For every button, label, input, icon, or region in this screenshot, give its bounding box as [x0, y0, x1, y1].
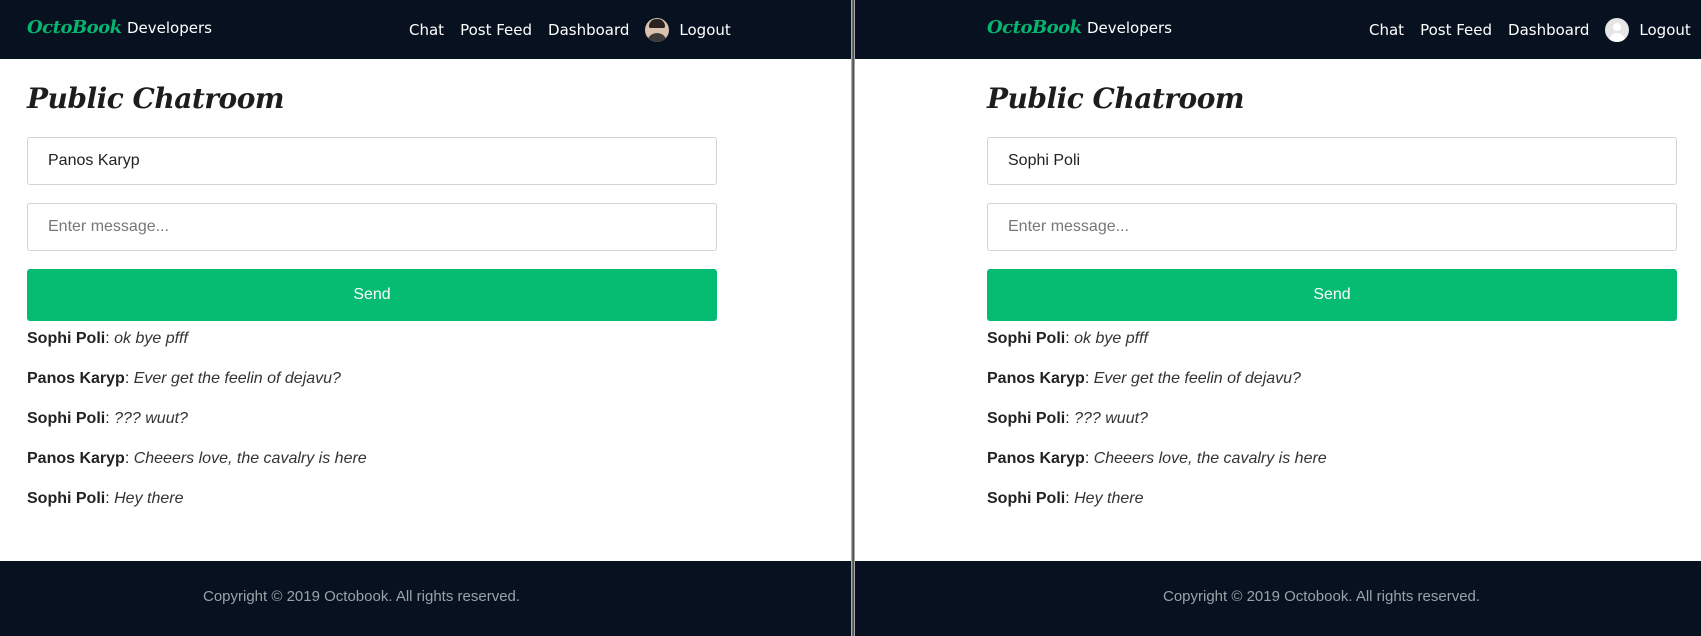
message-author: Sophi Poli	[27, 410, 106, 427]
page-title: Public Chatroom	[987, 82, 1245, 115]
nav-chat-link[interactable]: Chat	[409, 21, 444, 39]
send-button[interactable]: Send	[27, 269, 717, 321]
nav-logout-link[interactable]: Logout	[679, 21, 730, 39]
message-text: Ever get the feelin of dejavu?	[133, 370, 341, 387]
user-avatar-icon[interactable]	[1605, 18, 1630, 42]
nav-right-links: Chat Post Feed Dashboard Logout	[409, 18, 731, 42]
user-avatar-icon[interactable]	[645, 18, 670, 42]
nav-dashboard-link[interactable]: Dashboard	[548, 21, 629, 39]
message-author: Panos Karyp	[987, 450, 1085, 467]
nav-chat-link[interactable]: Chat	[1369, 21, 1404, 39]
nav-post-feed-link[interactable]: Post Feed	[1420, 21, 1492, 39]
message-item: Panos Karyp: Ever get the feelin of deja…	[27, 370, 341, 387]
nav-post-feed-link[interactable]: Post Feed	[460, 21, 532, 39]
message-item: Sophi Poli: ??? wuut?	[27, 410, 188, 427]
message-list: Sophi Poli: ok bye pfff Panos Karyp: Eve…	[987, 330, 1327, 530]
footer: Copyright © 2019 Octobook. All rights re…	[855, 561, 1701, 636]
brand-logo[interactable]: OctoBook	[27, 17, 122, 38]
message-text: ok bye pfff	[114, 330, 188, 347]
message-item: Panos Karyp: Cheeers love, the cavalry i…	[27, 450, 367, 467]
message-item: Panos Karyp: Cheeers love, the cavalry i…	[987, 450, 1327, 467]
page-title: Public Chatroom	[27, 82, 285, 115]
message-list: Sophi Poli: ok bye pfff Panos Karyp: Eve…	[27, 330, 367, 530]
browser-window-left: OctoBook Developers Chat Post Feed Dashb…	[0, 0, 851, 636]
brand-logo[interactable]: OctoBook	[987, 17, 1082, 38]
nav-logout-link[interactable]: Logout	[1639, 21, 1690, 39]
navbar: OctoBook Developers Chat Post Feed Dashb…	[0, 0, 851, 59]
nav-developers-link[interactable]: Developers	[127, 19, 212, 37]
message-author: Panos Karyp	[27, 370, 125, 387]
message-item: Sophi Poli: Hey there	[27, 490, 184, 507]
copyright-text: Copyright © 2019 Octobook. All rights re…	[1163, 588, 1481, 605]
nav-dashboard-link[interactable]: Dashboard	[1508, 21, 1589, 39]
message-input[interactable]	[987, 203, 1677, 251]
nav-right-links: Chat Post Feed Dashboard Logout	[1369, 18, 1691, 42]
message-item: Sophi Poli: ok bye pfff	[27, 330, 188, 347]
browser-window-right: OctoBook Developers Chat Post Feed Dashb…	[855, 0, 1701, 636]
message-author: Sophi Poli	[27, 330, 106, 347]
message-author: Sophi Poli	[987, 490, 1066, 507]
message-text: ok bye pfff	[1074, 330, 1148, 347]
footer: Copyright © 2019 Octobook. All rights re…	[0, 561, 851, 636]
send-button[interactable]: Send	[987, 269, 1677, 321]
message-text: Cheeers love, the cavalry is here	[133, 450, 367, 467]
message-text: Cheeers love, the cavalry is here	[1093, 450, 1327, 467]
message-author: Panos Karyp	[27, 450, 125, 467]
message-item: Sophi Poli: Hey there	[987, 490, 1144, 507]
message-text: Hey there	[114, 490, 184, 507]
message-text: Hey there	[1074, 490, 1144, 507]
message-text: Ever get the feelin of dejavu?	[1093, 370, 1301, 387]
message-item: Sophi Poli: ??? wuut?	[987, 410, 1148, 427]
message-author: Sophi Poli	[27, 490, 106, 507]
message-input[interactable]	[27, 203, 717, 251]
name-input[interactable]	[987, 137, 1677, 185]
name-input[interactable]	[27, 137, 717, 185]
message-author: Panos Karyp	[987, 370, 1085, 387]
message-text: ??? wuut?	[1074, 410, 1148, 427]
message-item: Sophi Poli: ok bye pfff	[987, 330, 1148, 347]
message-text: ??? wuut?	[114, 410, 188, 427]
message-item: Panos Karyp: Ever get the feelin of deja…	[987, 370, 1301, 387]
message-author: Sophi Poli	[987, 410, 1066, 427]
message-author: Sophi Poli	[987, 330, 1066, 347]
navbar: OctoBook Developers Chat Post Feed Dashb…	[855, 0, 1701, 59]
copyright-text: Copyright © 2019 Octobook. All rights re…	[203, 588, 521, 605]
nav-developers-link[interactable]: Developers	[1087, 19, 1172, 37]
